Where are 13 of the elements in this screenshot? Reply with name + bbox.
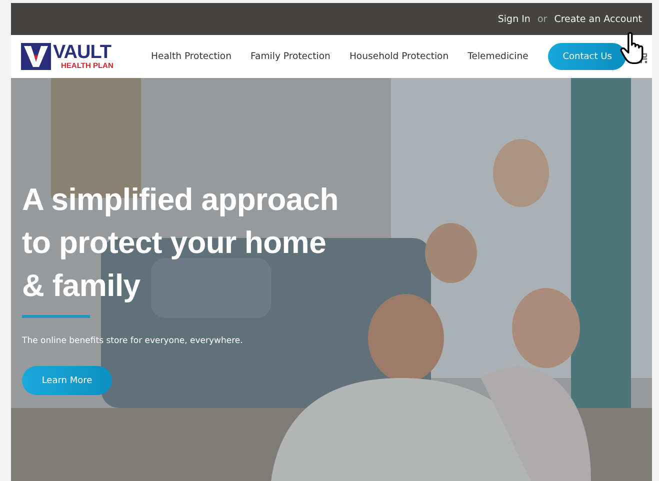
nav-link[interactable]: Telemedicine	[468, 51, 528, 62]
nav-link[interactable]: Health Protection	[151, 51, 232, 62]
headline-text: to protect your home	[22, 224, 328, 262]
sign-in-link[interactable]: Sign In	[498, 14, 530, 24]
logo-name: VAULT	[53, 43, 112, 62]
create-account-link[interactable]: Create an Account	[554, 14, 642, 24]
separator-text: or	[537, 14, 548, 24]
nav-link[interactable]: Household Protection	[349, 51, 449, 62]
headline-text: A simplified approach	[22, 181, 340, 219]
headline-text: & family	[22, 267, 142, 305]
logo-icon	[21, 43, 51, 70]
nav-link[interactable]: Family Protection	[250, 51, 330, 62]
subtitle-text: The online benefits store for everyone, everywhere.	[22, 336, 244, 346]
